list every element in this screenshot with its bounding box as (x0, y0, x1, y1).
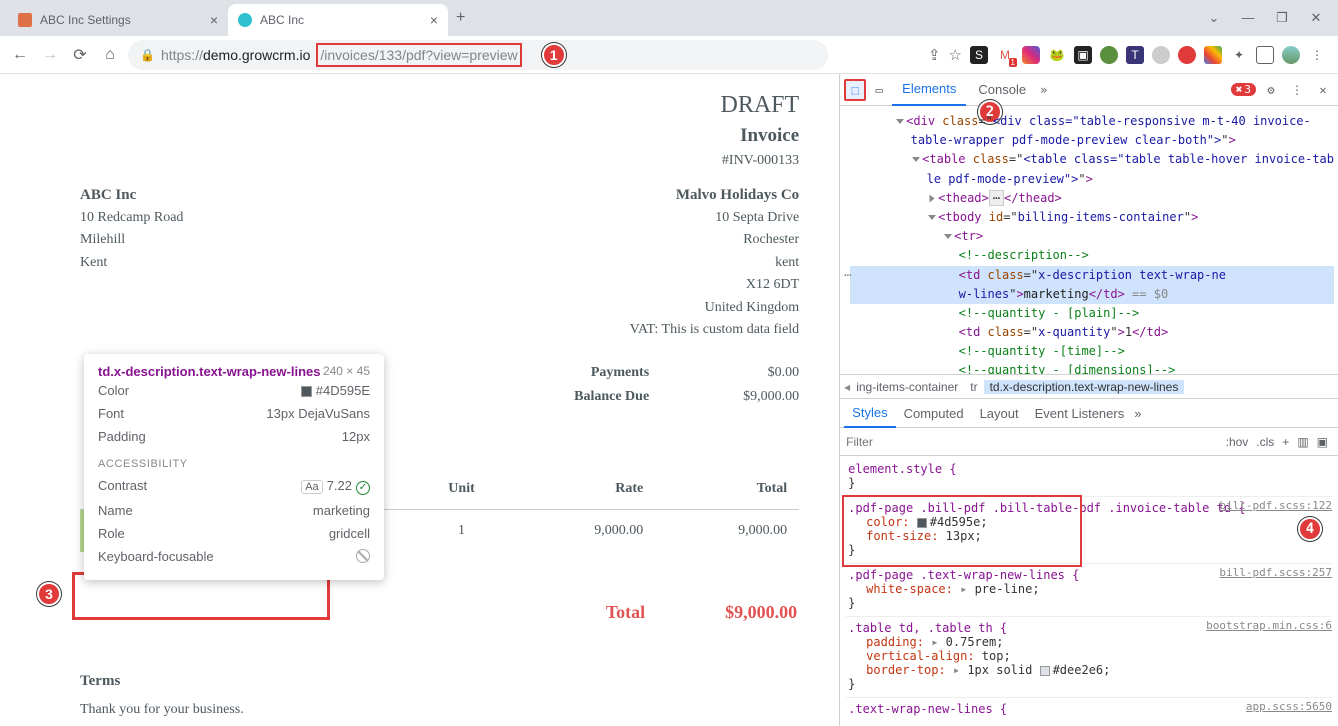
ext-icon[interactable] (1152, 46, 1170, 64)
tab-event-listeners[interactable]: Event Listeners (1027, 398, 1133, 428)
ext-icon[interactable]: S (970, 46, 988, 64)
window-controls: ⌄ — ❐ ✕ (1200, 10, 1338, 26)
device-toggle-icon[interactable]: ▭ (868, 79, 890, 101)
annotation-badge-1: 1 (542, 43, 566, 67)
ext-icon[interactable]: T (1126, 46, 1144, 64)
breadcrumb[interactable]: ◂ ing-items-container tr td.x-descriptio… (840, 374, 1338, 398)
tab-title: ABC Inc Settings (40, 13, 202, 27)
tab-computed[interactable]: Computed (896, 398, 972, 428)
tab-elements[interactable]: Elements (892, 74, 966, 106)
filter-input[interactable] (846, 435, 1221, 449)
ext-icon[interactable] (1022, 46, 1040, 64)
dom-tree[interactable]: <div class="<div class="table-responsive… (840, 106, 1338, 374)
tab-inactive[interactable]: ABC Inc Settings × (8, 4, 228, 36)
ext-icon[interactable]: ▣ (1074, 46, 1092, 64)
address-bar[interactable]: 🔒 https://demo.growcrm.io/invoices/133/p… (128, 40, 828, 70)
inspector-tooltip: 240 × 45 td.x-description.text-wrap-new-… (84, 354, 384, 580)
ext-icon[interactable] (1178, 46, 1196, 64)
terms-section: Terms Thank you for your business. (80, 673, 799, 718)
close-window-icon[interactable]: ✕ (1302, 10, 1330, 26)
styles-filter-bar: :hov .cls + ▥ ▣ (840, 428, 1338, 456)
extension-area: ⇪ ☆ S M1 🐸 ▣ T ✦ ⋮ (928, 46, 1330, 64)
url-path-highlight: /invoices/133/pdf?view=preview (316, 43, 521, 67)
gear-icon[interactable]: ⚙ (1260, 79, 1282, 101)
back-button[interactable]: ← (8, 43, 32, 67)
maximize-icon[interactable]: ❐ (1268, 10, 1296, 26)
tab-active[interactable]: ABC Inc × (228, 4, 448, 36)
ext-icon[interactable] (1256, 46, 1274, 64)
tab-layout[interactable]: Layout (972, 398, 1027, 428)
hov-toggle[interactable]: :hov (1222, 435, 1253, 449)
kebab-icon[interactable]: ⋮ (1286, 79, 1308, 101)
styles-pane[interactable]: element.style {} 4 bill-pdf.scss:122 .pd… (840, 456, 1338, 726)
more-icon[interactable]: ▣ (1313, 435, 1332, 449)
ext-icon[interactable] (1100, 46, 1118, 64)
ext-icon[interactable]: 🐸 (1048, 46, 1066, 64)
invoice-number: #INV-000133 (80, 153, 799, 169)
home-button[interactable]: ⌂ (98, 43, 122, 67)
extensions-icon[interactable]: ✦ (1230, 46, 1248, 64)
col-unit: Unit (412, 469, 511, 510)
more-tabs-icon[interactable]: » (1134, 406, 1141, 421)
invoice-status: DRAFT (80, 92, 799, 119)
bookmark-icon[interactable]: ☆ (949, 46, 962, 64)
url-protocol: https://demo.growcrm.io (161, 47, 310, 63)
new-tab-button[interactable]: + (456, 9, 465, 27)
computed-toggle-icon[interactable]: ▥ (1293, 435, 1312, 449)
browser-toolbar: ← → ⟳ ⌂ 🔒 https://demo.growcrm.io/invoic… (0, 36, 1338, 74)
inspect-element-icon[interactable]: ⬚ (844, 79, 866, 101)
menu-icon[interactable]: ⋮ (1308, 46, 1326, 64)
col-rate: Rate (511, 469, 655, 510)
reload-button[interactable]: ⟳ (68, 43, 92, 67)
close-icon[interactable]: × (430, 12, 438, 28)
close-devtools-icon[interactable]: ✕ (1312, 79, 1334, 101)
chevron-down-icon[interactable]: ⌄ (1200, 10, 1228, 26)
page-content: DRAFT Invoice #INV-000133 ABC Inc 10 Red… (0, 74, 839, 726)
cell-rate: 9,000.00 (511, 510, 655, 553)
annotation-badge-3: 3 (37, 582, 61, 606)
annotation-box-4 (842, 495, 1082, 567)
recipient-address: Malvo Holidays Co 10 Septa Drive Rochest… (630, 183, 800, 341)
tab-styles[interactable]: Styles (844, 398, 895, 428)
close-icon[interactable]: × (210, 12, 218, 28)
error-count-badge[interactable]: ✖ 3 (1231, 83, 1256, 96)
browser-titlebar: ABC Inc Settings × ABC Inc × + ⌄ — ❐ ✕ (0, 0, 1338, 36)
devtools-panel: ⬚ ▭ Elements Console » ✖ 3 ⚙ ⋮ ✕ 2 <div … (839, 74, 1338, 726)
cls-toggle[interactable]: .cls (1252, 435, 1278, 449)
ext-icon[interactable]: M1 (996, 46, 1014, 64)
tab-console[interactable]: Console (968, 74, 1036, 106)
lock-icon: 🔒 (140, 48, 155, 62)
cell-unit: 1 (412, 510, 511, 553)
add-rule-icon[interactable]: + (1278, 435, 1293, 449)
favicon-icon (238, 13, 252, 27)
sender-address: ABC Inc 10 Redcamp Road Milehill Kent (80, 183, 183, 341)
col-total: Total (655, 469, 799, 510)
tab-title: ABC Inc (260, 13, 422, 27)
style-tabs: Styles Computed Layout Event Listeners » (840, 398, 1338, 428)
forward-button[interactable]: → (38, 43, 62, 67)
devtools-toolbar: ⬚ ▭ Elements Console » ✖ 3 ⚙ ⋮ ✕ (840, 74, 1338, 106)
invoice-label: Invoice (80, 125, 799, 147)
cell-total: 9,000.00 (655, 510, 799, 553)
annotation-badge-4: 4 (1298, 517, 1322, 541)
minimize-icon[interactable]: — (1234, 10, 1262, 26)
more-tabs-icon[interactable]: » (1040, 83, 1047, 97)
avatar-icon[interactable] (1282, 46, 1300, 64)
favicon-icon (18, 13, 32, 27)
ext-icon[interactable] (1204, 46, 1222, 64)
share-icon[interactable]: ⇪ (928, 46, 941, 64)
